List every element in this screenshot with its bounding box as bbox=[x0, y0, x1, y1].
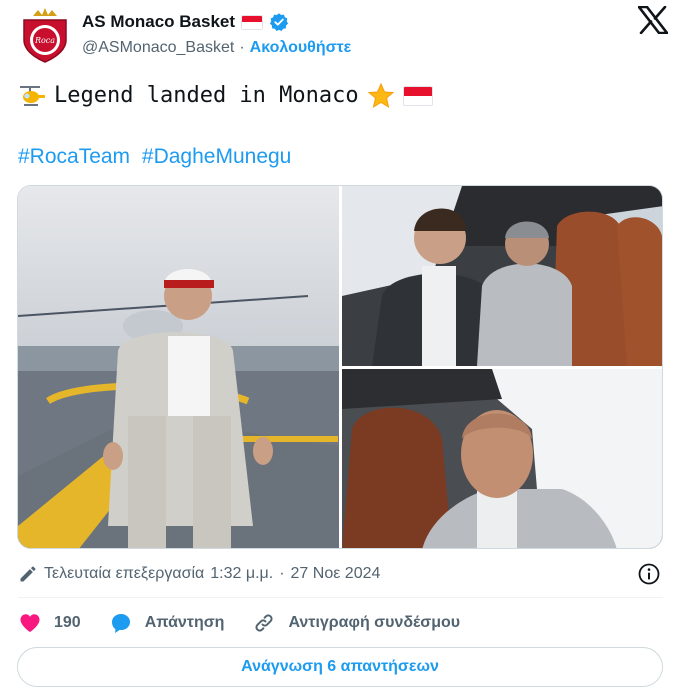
glowing-star-emoji bbox=[367, 82, 394, 109]
tweet-text: Legend landed in Monaco bbox=[18, 82, 658, 110]
divider bbox=[18, 597, 663, 598]
man-in-helicopter-photo[interactable] bbox=[342, 369, 662, 548]
reply-label: Απάντηση bbox=[144, 614, 225, 631]
handle-separator: · bbox=[239, 39, 245, 56]
x-logo-icon[interactable] bbox=[638, 6, 668, 34]
reply-button[interactable]: Απάντηση bbox=[109, 611, 225, 635]
display-name[interactable]: AS Monaco Basket bbox=[82, 12, 235, 32]
monaco-flag-emoji bbox=[402, 86, 433, 106]
meta-separator: · bbox=[279, 565, 285, 582]
svg-text:Roca: Roca bbox=[34, 36, 55, 45]
like-count: 190 bbox=[54, 614, 81, 631]
follow-link[interactable]: Ακολουθήστε bbox=[250, 39, 352, 57]
tweet-meta: Τελευταία επεξεργασία 1:32 μ.μ. · 27 Νοε… bbox=[18, 562, 663, 586]
tweet-time[interactable]: 1:32 μ.μ. bbox=[210, 565, 273, 583]
like-button[interactable]: 190 bbox=[18, 611, 81, 635]
man-on-helipad-photo[interactable] bbox=[18, 186, 339, 548]
reply-bubble-icon bbox=[111, 614, 130, 633]
heart-icon bbox=[20, 614, 40, 632]
helicopter-emoji bbox=[20, 86, 45, 106]
copy-link-label: Αντιγραφή συνδέσμου bbox=[288, 614, 461, 631]
copy-link-button[interactable]: Αντιγραφή συνδέσμου bbox=[252, 611, 460, 635]
hashtag-rocateam[interactable]: #RocaTeam bbox=[18, 145, 130, 168]
hashtags: #RocaTeam #DagheMunegu bbox=[18, 145, 297, 169]
verified-badge-icon bbox=[269, 13, 289, 31]
avatar[interactable]: Roca bbox=[18, 6, 72, 64]
read-replies-button[interactable]: Ανάγνωση 6 απαντήσεων bbox=[17, 647, 663, 687]
pencil-icon bbox=[20, 566, 36, 582]
tweet-header: Roca AS Monaco Basket @ASMonaco_Basket ·… bbox=[18, 6, 668, 66]
user-handle[interactable]: @ASMonaco_Basket bbox=[82, 39, 234, 57]
edited-label: Τελευταία επεξεργασία bbox=[44, 565, 205, 582]
monaco-flag-icon bbox=[241, 14, 264, 30]
helicopter-passengers-photo[interactable] bbox=[342, 186, 662, 366]
info-icon[interactable] bbox=[637, 562, 661, 586]
hashtag-daghemunegu[interactable]: #DagheMunegu bbox=[142, 145, 291, 168]
tweet-body: Legend landed in Monaco bbox=[54, 83, 359, 108]
tweet-actions: 190 Απάντηση Αντιγραφή συνδέσμου bbox=[18, 610, 488, 636]
link-icon bbox=[255, 614, 274, 632]
media-grid bbox=[17, 185, 663, 549]
tweet-date[interactable]: 27 Νοε 2024 bbox=[291, 565, 381, 583]
